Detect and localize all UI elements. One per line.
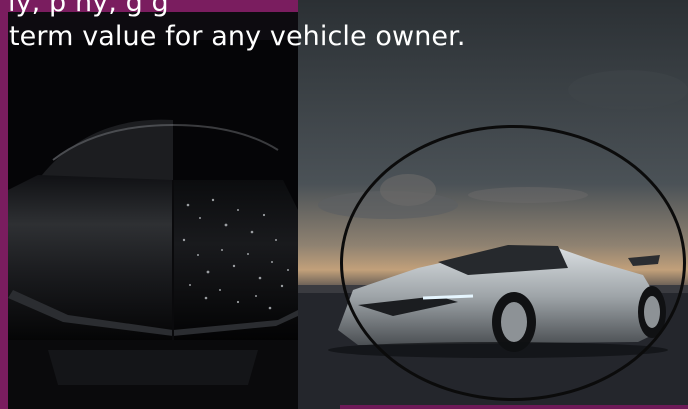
caption-text: ly, p ny, g g term value for any vehicle…: [8, 0, 688, 54]
caption-line-1: ly, p ny, g g: [8, 0, 169, 18]
hood-closeup-photo: [8, 40, 298, 409]
accent-bar-bottom: [340, 405, 688, 409]
accent-bar-left: [0, 0, 8, 409]
caption-line-2: term value for any vehicle owner.: [9, 21, 466, 52]
hood-closeup-illustration: [8, 40, 298, 409]
page: ly, p ny, g g term value for any vehicle…: [0, 0, 688, 409]
hero-car-illustration: [298, 0, 688, 409]
hero-car-photo: [298, 0, 688, 409]
